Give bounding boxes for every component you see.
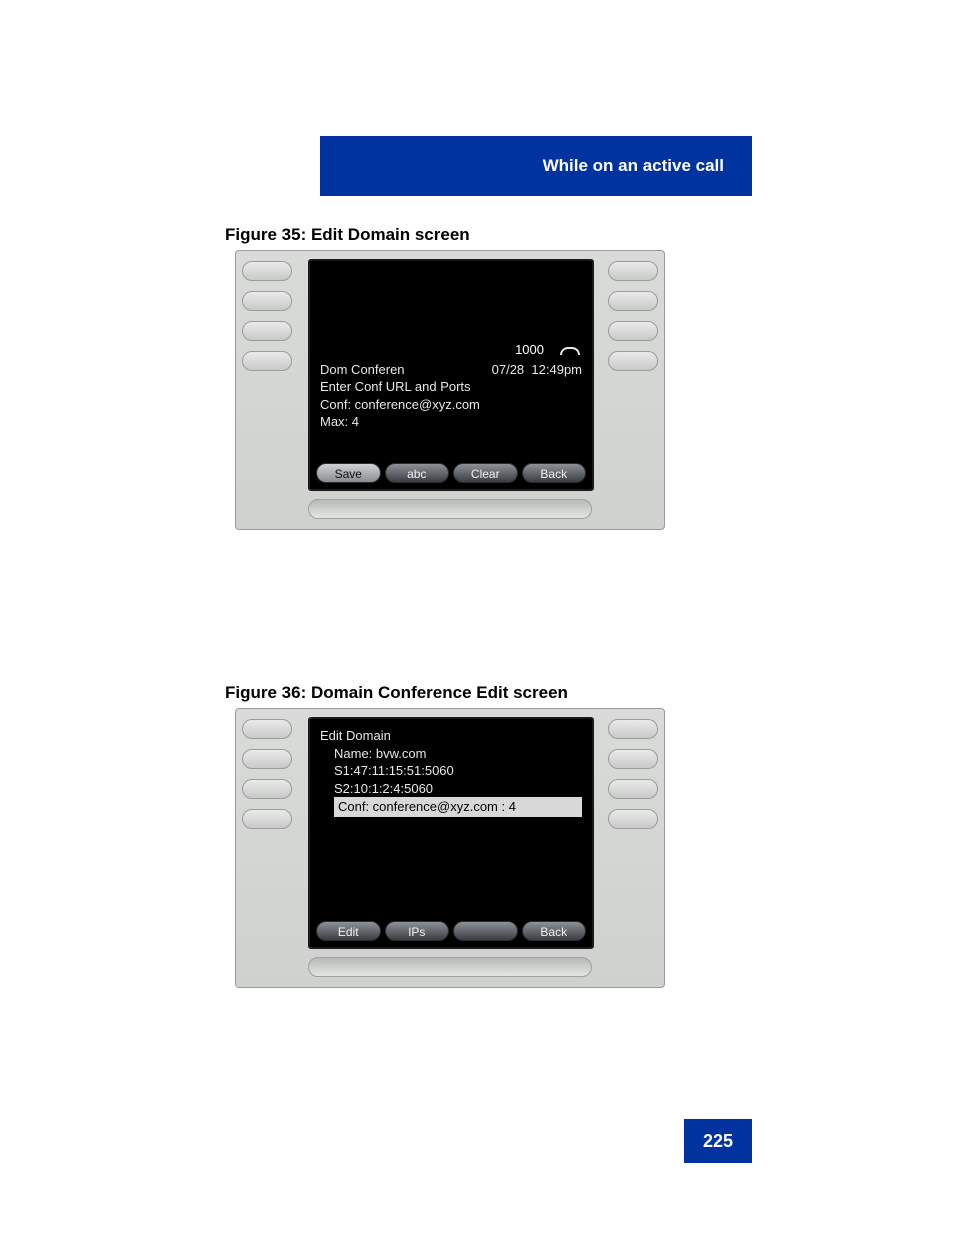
line-key-l3[interactable] (242, 321, 292, 341)
page-number: 225 (703, 1131, 733, 1152)
softkey-save[interactable]: Save (316, 463, 381, 483)
edit-domain-screen: 1000 Dom Conferen 07/28 12:49pm Enter Co… (308, 259, 594, 491)
softkey-abc[interactable]: abc (385, 463, 450, 483)
bezel-groove (308, 499, 592, 519)
domain-name-line: Name: bvw.com (320, 745, 582, 763)
figure-35-caption: Figure 35: Edit Domain screen (225, 225, 470, 245)
line-key-l1[interactable] (242, 719, 292, 739)
softkey-row: Save abc Clear Back (316, 463, 586, 483)
phone-device-figure-36: Edit Domain Name: bvw.com S1:47:11:15:51… (235, 708, 665, 988)
line-key-l2[interactable] (242, 749, 292, 769)
line-key-r3[interactable] (608, 321, 658, 341)
server2-line: S2:10:1:2:4:5060 (320, 780, 582, 798)
line-key-l2[interactable] (242, 291, 292, 311)
softkey-edit[interactable]: Edit (316, 921, 381, 941)
line-key-r2[interactable] (608, 291, 658, 311)
line-key-r4[interactable] (608, 351, 658, 371)
softkey-blank[interactable] (453, 921, 518, 941)
prompt-line: Enter Conf URL and Ports (320, 378, 582, 396)
handset-icon (560, 345, 576, 355)
softkey-back[interactable]: Back (522, 463, 587, 483)
screen-title: Dom Conferen (320, 361, 405, 379)
conf-url-line: Conf: conference@xyz.com (320, 396, 582, 414)
extension-number: 1000 (515, 341, 544, 359)
line-key-r4[interactable] (608, 809, 658, 829)
line-key-l4[interactable] (242, 351, 292, 371)
line-key-r1[interactable] (608, 261, 658, 281)
right-hardkeys (600, 261, 658, 371)
date-time: 07/28 12:49pm (492, 361, 582, 379)
right-hardkeys (600, 719, 658, 829)
page-header-title: While on an active call (543, 156, 724, 176)
line-key-r2[interactable] (608, 749, 658, 769)
softkey-back[interactable]: Back (522, 921, 587, 941)
line-key-l4[interactable] (242, 809, 292, 829)
max-ports-line: Max: 4 (320, 413, 582, 431)
line-key-r1[interactable] (608, 719, 658, 739)
line-key-l3[interactable] (242, 779, 292, 799)
line-key-r3[interactable] (608, 779, 658, 799)
softkey-ips[interactable]: IPs (385, 921, 450, 941)
server1-line: S1:47:11:15:51:5060 (320, 762, 582, 780)
bezel-groove (308, 957, 592, 977)
figure-36-caption: Figure 36: Domain Conference Edit screen (225, 683, 568, 703)
status-bar: 1000 (320, 341, 582, 359)
left-hardkeys (242, 261, 300, 371)
title-date-row: Dom Conferen 07/28 12:49pm (320, 361, 582, 379)
domain-conference-edit-screen: Edit Domain Name: bvw.com S1:47:11:15:51… (308, 717, 594, 949)
softkey-clear[interactable]: Clear (453, 463, 518, 483)
page-number-box: 225 (684, 1119, 752, 1163)
phone-device-figure-35: 1000 Dom Conferen 07/28 12:49pm Enter Co… (235, 250, 665, 530)
page-header: While on an active call (320, 136, 752, 196)
screen-title: Edit Domain (320, 727, 582, 745)
softkey-row: Edit IPs Back (316, 921, 586, 941)
conf-line-selected[interactable]: Conf: conference@xyz.com : 4 (320, 797, 582, 817)
line-key-l1[interactable] (242, 261, 292, 281)
left-hardkeys (242, 719, 300, 829)
